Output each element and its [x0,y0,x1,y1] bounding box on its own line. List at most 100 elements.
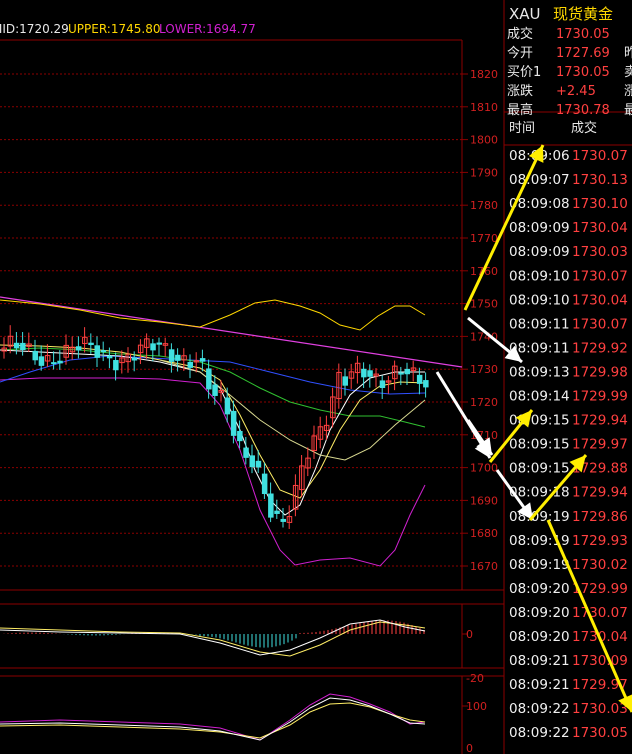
tick-row-time: 08:09:20 [509,605,570,621]
tick-row-time: 08:09:21 [509,653,570,669]
candle-body [237,430,243,442]
tick-row-time: 08:09:14 [509,389,570,405]
tick-row-price: 1730.04 [572,292,628,308]
tick-row-price: 1730.03 [572,244,628,260]
kdj-j-line [0,693,426,741]
tick-label: 1720 [470,396,498,409]
tick-row-time: 08:09:22 [509,701,570,717]
tick-row-price: 1730.07 [572,316,628,332]
candle-body [230,410,237,436]
kdj-k-line [0,697,426,741]
candle-body [106,355,113,359]
candle-body [100,350,107,353]
kdj-panel: 100 0 [0,693,487,754]
lower-label: LOWER:1694.77 [159,22,256,36]
quote-row-label: 成交 [507,26,533,42]
tick-row-time: 08:09:10 [509,268,570,284]
candle-body [168,349,175,362]
tick-row-price: 1730.07 [572,268,628,284]
quote-row-value: 1727.69 [556,46,610,61]
tick-row-price: 1729.92 [572,340,628,356]
macd-dea-line [0,621,426,657]
candle-body [156,342,162,345]
candle-body [416,374,423,384]
candle-body [187,361,193,368]
macd-tick-zero: 0 [466,628,473,641]
candle-body [51,362,57,365]
tick-list-header: 时间 成交 [509,120,597,136]
quote-row-value: 1730.05 [556,27,610,42]
candle-body [212,384,218,396]
ma-yellow [0,344,426,499]
tick-label: 1700 [470,462,498,475]
candle-body [199,358,206,362]
tick-row-time: 08:09:07 [509,172,570,188]
tick-label: 1800 [470,134,498,147]
lower-band [0,377,426,567]
candle-body [255,460,262,468]
tick-row-time: 08:09:11 [509,316,570,332]
tick-row-time: 08:09:21 [509,677,570,693]
upper-band [0,299,426,331]
candle-body [206,368,212,390]
tick-label: 1690 [470,494,498,507]
kdj-tick-100: 100 [466,700,487,713]
candle-body [32,350,38,361]
tick-row-price: 1729.99 [572,389,628,405]
tick-label: 1730 [470,363,498,376]
mid-label: MID:1720.29 [0,22,69,36]
candle-body [38,356,45,366]
tick-list: 08:09:061730.0708:09:071730.1308:09:0817… [509,148,628,741]
macd-tick-neg: -20 [466,672,484,685]
trading-screen: MID:1720.29 UPPER:1745.80 LOWER:1694.77 … [0,0,632,754]
quote-rows: 成交 1730.05 今开 1727.69 昨买价1 1730.05 卖涨跌 +2.45 涨最高… [507,26,632,118]
tick-label: 1680 [470,527,498,540]
tick-row-price: 1730.09 [572,653,628,669]
tick-row-time: 08:09:13 [509,364,570,380]
tick-row-price: 1729.93 [572,533,628,549]
quote-row-value: +2.45 [556,84,596,99]
tick-label: 1670 [470,560,498,573]
tick-col-time: 时间 [509,121,535,136]
tick-row-price: 1730.05 [572,725,628,741]
candle-body [224,397,231,415]
tick-row-price: 1730.10 [572,196,628,212]
candle-body [131,357,138,361]
tick-row-price: 1730.02 [572,557,628,573]
candle-body [280,518,286,522]
tick-row-price: 1730.07 [572,148,628,164]
tick-label: 1810 [470,101,498,114]
tick-row-time: 08:09:19 [509,557,570,573]
candle-body [398,372,404,375]
tick-label: 1770 [470,232,498,245]
tick-row-price: 1730.04 [572,220,628,236]
quote-row-extra: 最 [624,103,632,118]
tick-row-price: 1729.86 [572,509,628,525]
price-axis: 1820181018001790178017701760175017401730… [462,68,498,573]
candle-body [175,354,181,361]
candle-body [57,360,63,364]
quote-row-extra: 昨 [624,46,632,61]
tick-row-price: 1729.94 [572,413,628,429]
macd-dif-line [0,619,426,656]
tick-row-price: 1729.97 [572,437,628,453]
candle-body [243,447,249,458]
candle-body [404,368,410,375]
macd-panel: 0 -20 [0,619,484,685]
candle-body [249,455,255,468]
tick-row-time: 08:09:15 [509,437,570,453]
quote-row-extra: 卖 [624,65,632,80]
candle-body [361,368,367,378]
tick-row-price: 1729.98 [572,364,628,380]
candle-body [261,473,268,495]
candle-body [379,380,386,389]
candlesticks [1,325,429,529]
tick-row-price: 1729.94 [572,485,628,501]
candle-body [13,342,20,349]
tick-row-time: 08:09:22 [509,725,570,741]
price-grid [0,73,462,567]
tick-row-price: 1730.03 [572,701,628,717]
tick-row-time: 08:09:09 [509,244,570,260]
candle-body [113,360,119,371]
ma-khaki [159,359,426,461]
